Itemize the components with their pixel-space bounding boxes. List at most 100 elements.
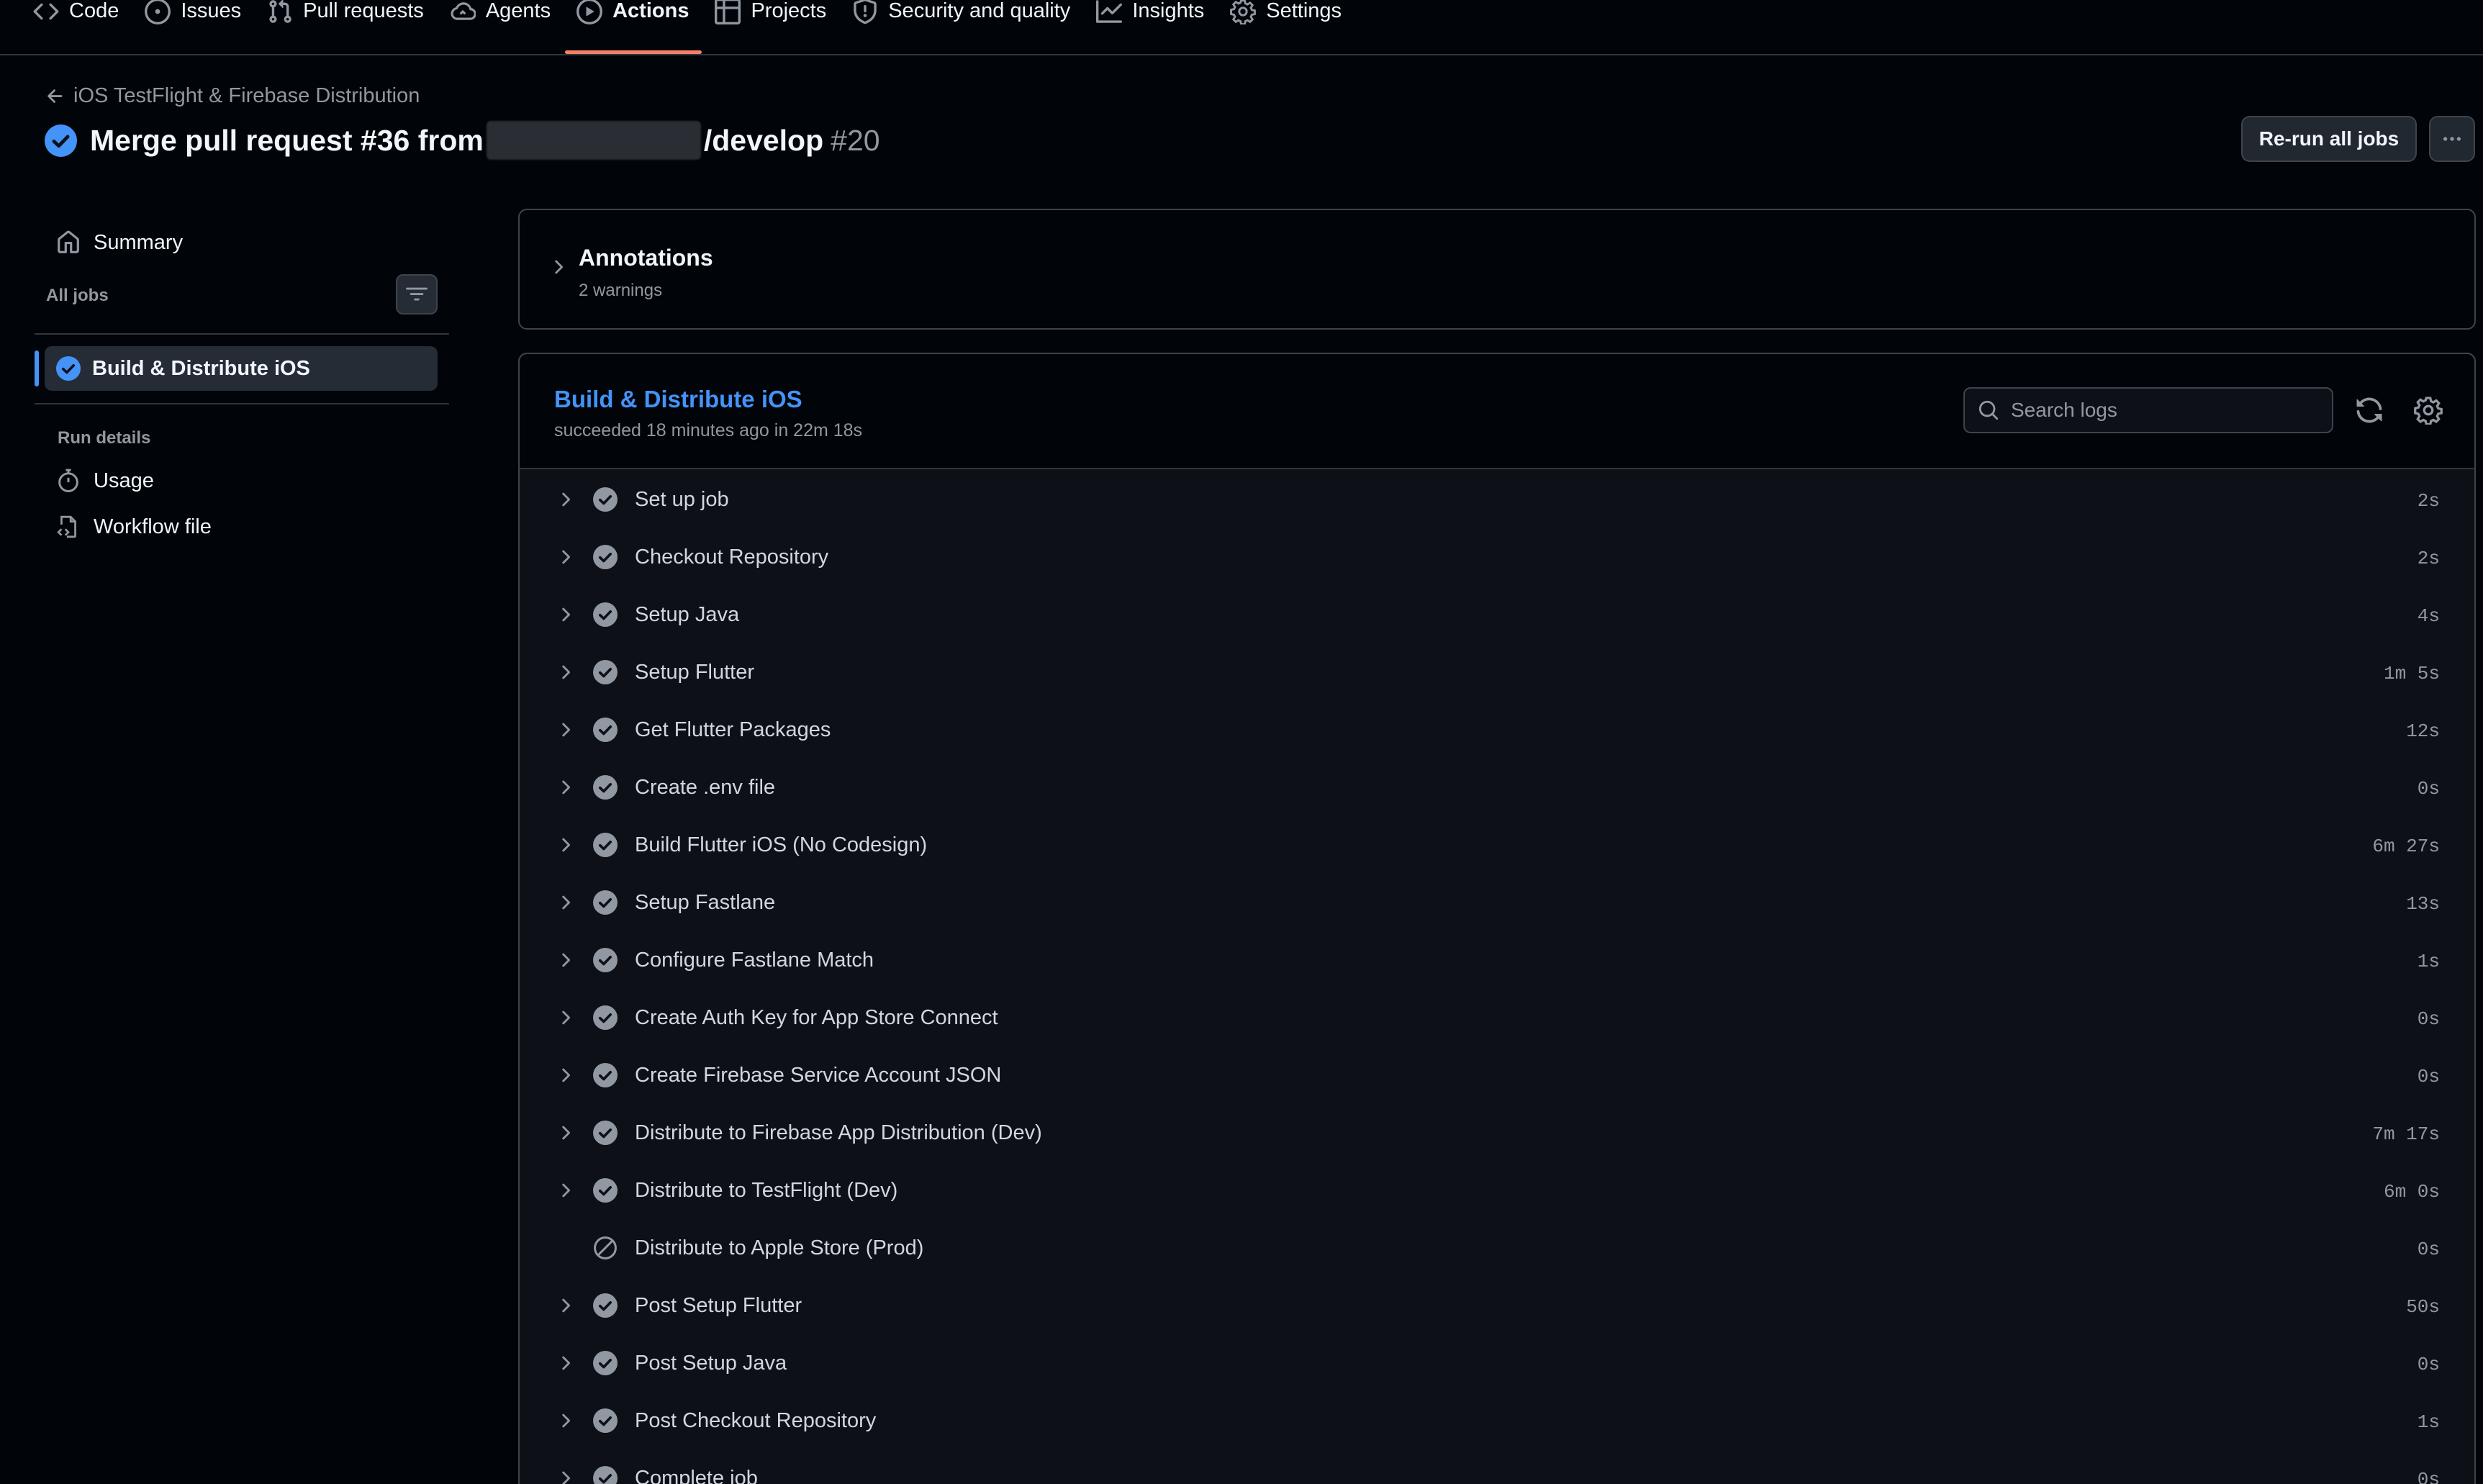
job-step-row[interactable]: Configure Fastlane Match 1s bbox=[520, 931, 2474, 989]
rerun-all-jobs-button[interactable]: Re-run all jobs bbox=[2241, 116, 2417, 162]
job-step-row[interactable]: Get Flutter Packages 12s bbox=[520, 701, 2474, 759]
check-circle-fill-icon bbox=[56, 356, 81, 381]
job-step-duration: 0s bbox=[2417, 1354, 2440, 1375]
job-step-name: Complete job bbox=[635, 1467, 758, 1484]
chevron-right-icon bbox=[562, 665, 571, 679]
job-step-row[interactable]: Post Setup Flutter 50s bbox=[520, 1277, 2474, 1334]
check-circle-fill-icon bbox=[593, 545, 618, 569]
job-step-duration: 6m 27s bbox=[2372, 836, 2440, 857]
tab-actions[interactable]: Actions bbox=[565, 0, 702, 54]
tab-label: Actions bbox=[612, 0, 689, 22]
chevron-right-icon bbox=[562, 1068, 571, 1082]
graph-icon bbox=[1096, 0, 1123, 23]
job-step-name: Get Flutter Packages bbox=[635, 718, 831, 741]
tab-insights[interactable]: Insights bbox=[1085, 0, 1217, 54]
tab-issues[interactable]: Issues bbox=[133, 0, 254, 54]
check-circle-fill-icon bbox=[593, 718, 618, 742]
job-step-duration: 6m 0s bbox=[2383, 1181, 2440, 1203]
check-circle-fill-icon bbox=[593, 1351, 618, 1375]
chevron-right-icon bbox=[562, 780, 571, 795]
tab-label: Agents bbox=[485, 0, 551, 22]
sidebar-summary[interactable]: Summary bbox=[56, 230, 183, 255]
table-icon bbox=[715, 0, 741, 24]
job-step-duration: 13s bbox=[2406, 893, 2440, 915]
job-step-row[interactable]: Set up job 2s bbox=[520, 471, 2474, 528]
chevron-right-icon bbox=[562, 550, 571, 564]
sidebar-usage[interactable]: Usage bbox=[56, 469, 154, 493]
job-step-duration: 7m 17s bbox=[2372, 1123, 2440, 1145]
back-to-workflow-link[interactable]: iOS TestFlight & Firebase Distribution bbox=[45, 84, 420, 108]
tab-code[interactable]: Code bbox=[22, 0, 132, 54]
job-step-name: Create .env file bbox=[635, 776, 776, 799]
job-step-row[interactable]: Create Firebase Service Account JSON 0s bbox=[520, 1046, 2474, 1104]
job-step-name: Distribute to TestFlight (Dev) bbox=[635, 1179, 898, 1202]
chevron-right-icon bbox=[562, 1183, 571, 1198]
tab-pull-requests[interactable]: Pull requests bbox=[255, 0, 437, 54]
job-step-duration: 4s bbox=[2417, 605, 2440, 627]
job-step-row[interactable]: Distribute to TestFlight (Dev) 6m 0s bbox=[520, 1162, 2474, 1219]
job-step-duration: 1m 5s bbox=[2383, 663, 2440, 684]
tab-label: Settings bbox=[1266, 0, 1342, 22]
job-step-row[interactable]: Build Flutter iOS (No Codesign) 6m 27s bbox=[520, 816, 2474, 874]
issue-opened-icon bbox=[145, 0, 171, 24]
git-pull-request-icon bbox=[269, 0, 291, 23]
sidebar-divider bbox=[35, 403, 449, 404]
job-step-row[interactable]: Setup Flutter 1m 5s bbox=[520, 643, 2474, 701]
job-step-name: Post Setup Java bbox=[635, 1352, 787, 1375]
gear-icon bbox=[1230, 0, 1257, 24]
tab-label: Projects bbox=[751, 0, 827, 22]
tab-projects[interactable]: Projects bbox=[703, 0, 839, 54]
job-step-row[interactable]: Create .env file 0s bbox=[520, 759, 2474, 816]
job-step-row[interactable]: Checkout Repository 2s bbox=[520, 528, 2474, 586]
gear-icon[interactable] bbox=[2414, 396, 2443, 425]
check-circle-fill-icon bbox=[593, 1121, 618, 1145]
selected-job-marker bbox=[35, 350, 39, 386]
run-title: Merge pull request #36 from /develop #20 bbox=[45, 121, 880, 160]
job-step-duration: 0s bbox=[2417, 1066, 2440, 1087]
job-step-row[interactable]: Post Checkout Repository 1s bbox=[520, 1392, 2474, 1449]
sidebar-job-build-distribute-ios[interactable]: Build & Distribute iOS bbox=[45, 346, 438, 391]
file-code-icon bbox=[57, 515, 76, 538]
annotations-panel[interactable]: Annotations 2 warnings bbox=[518, 209, 2476, 330]
play-icon bbox=[576, 0, 603, 24]
tab-label: Issues bbox=[181, 0, 242, 22]
job-step-name: Setup Flutter bbox=[635, 661, 755, 684]
job-step-row[interactable]: Post Setup Java 0s bbox=[520, 1334, 2474, 1392]
job-step-row[interactable]: Complete job 0s bbox=[520, 1449, 2474, 1484]
search-logs-input[interactable] bbox=[2011, 399, 2313, 422]
tab-agents[interactable]: Agents bbox=[438, 0, 564, 54]
check-circle-fill-icon bbox=[593, 1005, 618, 1030]
filter-jobs-button[interactable] bbox=[396, 274, 438, 315]
job-step-duration: 0s bbox=[2417, 1008, 2440, 1030]
chevron-right-icon bbox=[562, 1471, 571, 1484]
job-step-row[interactable]: Setup Fastlane 13s bbox=[520, 874, 2474, 931]
job-title-link[interactable]: Build & Distribute iOS bbox=[554, 386, 802, 413]
chevron-right-icon bbox=[562, 1126, 571, 1140]
tab-label: Insights bbox=[1132, 0, 1205, 22]
check-circle-fill-icon bbox=[593, 890, 618, 915]
search-logs-field[interactable] bbox=[1963, 387, 2333, 433]
tab-settings[interactable]: Settings bbox=[1218, 0, 1354, 54]
job-step-name: Distribute to Firebase App Distribution … bbox=[635, 1121, 1042, 1144]
job-step-duration: 50s bbox=[2406, 1296, 2440, 1318]
tab-security[interactable]: Security and quality bbox=[841, 0, 1083, 54]
tab-label: Security and quality bbox=[888, 0, 1071, 22]
job-status-text: succeeded 18 minutes ago in 22m 18s bbox=[554, 420, 863, 440]
home-icon bbox=[58, 230, 79, 253]
arrow-left-icon bbox=[48, 89, 63, 103]
check-circle-fill-icon bbox=[593, 660, 618, 684]
job-step-duration: 2s bbox=[2417, 548, 2440, 569]
refresh-icon[interactable] bbox=[2355, 396, 2384, 425]
job-step-row[interactable]: Distribute to Firebase App Distribution … bbox=[520, 1104, 2474, 1162]
annotations-title: Annotations bbox=[579, 245, 713, 271]
chevron-right-icon bbox=[562, 953, 571, 967]
annotations-count: 2 warnings bbox=[579, 281, 663, 300]
job-step-row[interactable]: Setup Java 4s bbox=[520, 586, 2474, 643]
job-step-name: Set up job bbox=[635, 488, 729, 511]
job-step-row[interactable]: Create Auth Key for App Store Connect 0s bbox=[520, 989, 2474, 1046]
job-steps-list: Set up job 2s Checkout Repository 2s Setup J… bbox=[520, 471, 2474, 1484]
kebab-horizontal-icon bbox=[2443, 137, 2461, 141]
sidebar-workflow-file[interactable]: Workflow file bbox=[56, 515, 212, 539]
more-options-button[interactable] bbox=[2429, 116, 2475, 162]
job-step-name: Setup Java bbox=[635, 603, 740, 626]
